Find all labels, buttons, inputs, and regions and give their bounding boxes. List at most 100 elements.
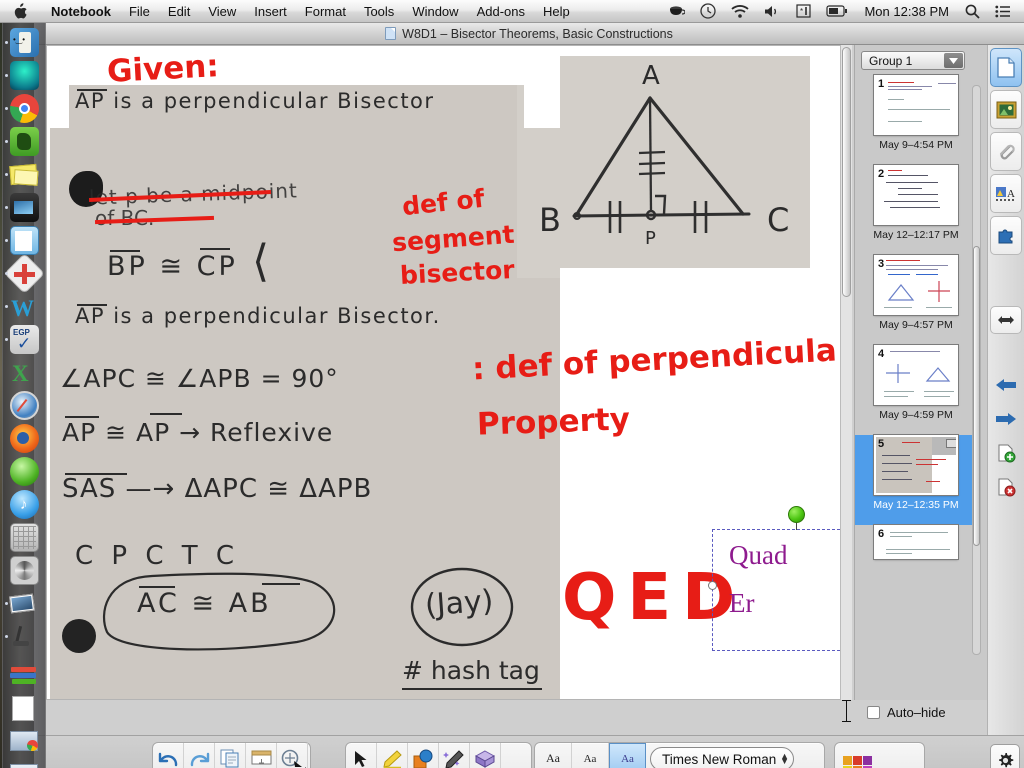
wifi-icon[interactable] bbox=[724, 0, 756, 23]
menu-view[interactable]: View bbox=[199, 0, 245, 23]
font-style-3-button[interactable]: Aa bbox=[609, 743, 646, 768]
toolbar-group-color[interactable] bbox=[834, 742, 925, 768]
menu-help[interactable]: Help bbox=[534, 0, 579, 23]
highlighter-tool[interactable] bbox=[377, 743, 408, 768]
text-object[interactable]: Quad Er bbox=[712, 529, 840, 651]
page-thumbnail-4[interactable]: 4 May 9–4:59 PM bbox=[855, 344, 977, 435]
sorter-scroll-thumb[interactable] bbox=[973, 246, 980, 546]
page-thumbnail-1[interactable]: 1 May 9–4:54 PM bbox=[855, 74, 977, 165]
dock-item-window-stack-2[interactable] bbox=[7, 758, 41, 768]
toolbar-settings-stack[interactable] bbox=[990, 744, 1020, 768]
undo-button[interactable] bbox=[153, 743, 184, 768]
gallery-tab[interactable] bbox=[990, 90, 1022, 129]
select-tool[interactable] bbox=[346, 743, 377, 768]
menu-insert[interactable]: Insert bbox=[245, 0, 296, 23]
menu-addons[interactable]: Add-ons bbox=[468, 0, 534, 23]
dock-item-word[interactable]: W bbox=[5, 291, 41, 323]
spotlight-search-icon[interactable] bbox=[958, 0, 987, 23]
toolbar-group-tools[interactable]: A bbox=[345, 742, 532, 768]
dock-item-finder[interactable]: •‿• bbox=[5, 27, 41, 59]
font-family-stepper[interactable]: ▲ ▼ bbox=[780, 752, 789, 766]
dock-item-itunes[interactable]: ♪ bbox=[7, 489, 41, 521]
prev-page-button[interactable] bbox=[990, 370, 1022, 400]
battery-icon[interactable] bbox=[819, 0, 855, 23]
dock-item-google-chrome[interactable] bbox=[5, 93, 41, 125]
redo-button[interactable] bbox=[184, 743, 215, 768]
font-family-box[interactable]: Times New Roman ▲ ▼ bbox=[650, 747, 794, 768]
menu-format[interactable]: Format bbox=[296, 0, 355, 23]
menu-edit[interactable]: Edit bbox=[159, 0, 199, 23]
dock-item-system-prefs[interactable] bbox=[5, 621, 41, 653]
apple-logo-icon[interactable] bbox=[0, 3, 42, 19]
shapes-tool[interactable] bbox=[408, 743, 439, 768]
page-thumbnail-5[interactable]: 5 May 12–12:35 PM bbox=[855, 434, 977, 525]
color-picker-button[interactable] bbox=[835, 743, 880, 768]
copy-button[interactable] bbox=[215, 743, 246, 768]
toolbar-group-text[interactable]: Aa Aa Aa Times New Roman ▲ ▼ bbox=[534, 742, 825, 768]
add-page-button[interactable] bbox=[990, 438, 1022, 468]
input-source-icon[interactable]: * bbox=[789, 0, 818, 23]
font-family-select[interactable]: Times New Roman ▲ ▼ bbox=[646, 743, 798, 768]
dock[interactable]: •‿• W EGP ✓ X ♪ bbox=[2, 23, 46, 768]
next-page-button[interactable] bbox=[990, 404, 1022, 434]
screen-shade-button[interactable] bbox=[246, 743, 277, 768]
attachments-tab[interactable] bbox=[990, 132, 1022, 171]
chevron-down-icon[interactable] bbox=[944, 53, 963, 68]
page-thumbnail-list[interactable]: 1 May 9–4:54 PM 2 May 12–12:17 PM 3 May … bbox=[855, 73, 977, 673]
time-machine-icon[interactable] bbox=[693, 0, 723, 23]
thumbnail-number: 1 bbox=[878, 78, 885, 90]
dock-item-notebook[interactable] bbox=[5, 225, 41, 257]
page-sorter-tab[interactable] bbox=[990, 48, 1022, 87]
dock-item-spotify[interactable] bbox=[5, 60, 41, 92]
mac-menubar[interactable]: Notebook File Edit View Insert Format To… bbox=[0, 0, 1024, 23]
dock-item-dvd-player[interactable] bbox=[7, 555, 41, 587]
dock-item-stickies[interactable] bbox=[5, 159, 41, 191]
dock-item-safari[interactable] bbox=[7, 390, 41, 422]
dock-item-firefox[interactable] bbox=[7, 423, 41, 455]
page-thumbnail-3[interactable]: 3 May 9–4:57 PM bbox=[855, 254, 977, 345]
resize-handle[interactable] bbox=[708, 581, 717, 590]
menu-window[interactable]: Window bbox=[403, 0, 467, 23]
group-select-dropdown[interactable]: Group 1 bbox=[861, 51, 965, 70]
menu-app-name[interactable]: Notebook bbox=[42, 0, 120, 23]
font-style-1-button[interactable]: Aa bbox=[535, 743, 572, 768]
dock-item-smart-notebook[interactable] bbox=[3, 252, 46, 295]
extend-page-link[interactable]: Extend Page bbox=[452, 698, 515, 699]
dock-item-excel[interactable]: X bbox=[7, 357, 41, 389]
rotate-handle[interactable] bbox=[788, 506, 805, 523]
dock-item-documents-stack[interactable] bbox=[7, 692, 41, 724]
menu-tools[interactable]: Tools bbox=[355, 0, 403, 23]
dock-item-imovie[interactable] bbox=[5, 192, 41, 224]
page-thumbnail-2[interactable]: 2 May 12–12:17 PM bbox=[855, 164, 977, 255]
canvas-vertical-scrollbar[interactable] bbox=[840, 45, 852, 700]
menu-file[interactable]: File bbox=[120, 0, 159, 23]
dock-item-window-stack-1[interactable] bbox=[7, 725, 41, 757]
autohide-checkbox[interactable] bbox=[867, 706, 880, 719]
dock-item-calculator[interactable] bbox=[7, 522, 41, 554]
delete-page-button[interactable] bbox=[990, 472, 1022, 502]
dock-item-egp-check[interactable]: EGP ✓ bbox=[5, 324, 41, 356]
resize-sidebar-button[interactable] bbox=[990, 306, 1022, 334]
gear-button[interactable] bbox=[991, 745, 1019, 768]
dock-item-photos[interactable] bbox=[5, 588, 41, 620]
shape-3d-tool[interactable] bbox=[470, 743, 501, 768]
coffee-icon[interactable] bbox=[662, 0, 692, 23]
canvas-scroll-thumb[interactable] bbox=[842, 47, 851, 297]
dock-item-green-app[interactable] bbox=[7, 456, 41, 488]
left-right-arrow-icon bbox=[998, 316, 1014, 324]
screen-capture-button[interactable] bbox=[277, 743, 308, 768]
page-thumbnail-6[interactable]: 6 bbox=[855, 524, 977, 577]
page-canvas[interactable]: Given: AP is a perpendicular Bisector le… bbox=[46, 45, 841, 700]
font-style-2-button[interactable]: Aa bbox=[572, 743, 609, 768]
autohide-row[interactable]: Auto–hide bbox=[867, 705, 946, 720]
dock-item-evernote[interactable] bbox=[5, 126, 41, 158]
addons-tab[interactable] bbox=[990, 216, 1022, 255]
notification-center-icon[interactable] bbox=[988, 0, 1018, 23]
volume-icon[interactable] bbox=[757, 0, 788, 23]
menubar-clock[interactable]: Mon 12:38 PM bbox=[856, 4, 957, 19]
sorter-scrollbar[interactable] bbox=[972, 85, 981, 655]
magic-pen-tool[interactable] bbox=[439, 743, 470, 768]
dock-item-books[interactable] bbox=[7, 659, 41, 691]
properties-tab[interactable]: A bbox=[990, 174, 1022, 213]
toolbar-group-edit[interactable] bbox=[152, 742, 311, 768]
